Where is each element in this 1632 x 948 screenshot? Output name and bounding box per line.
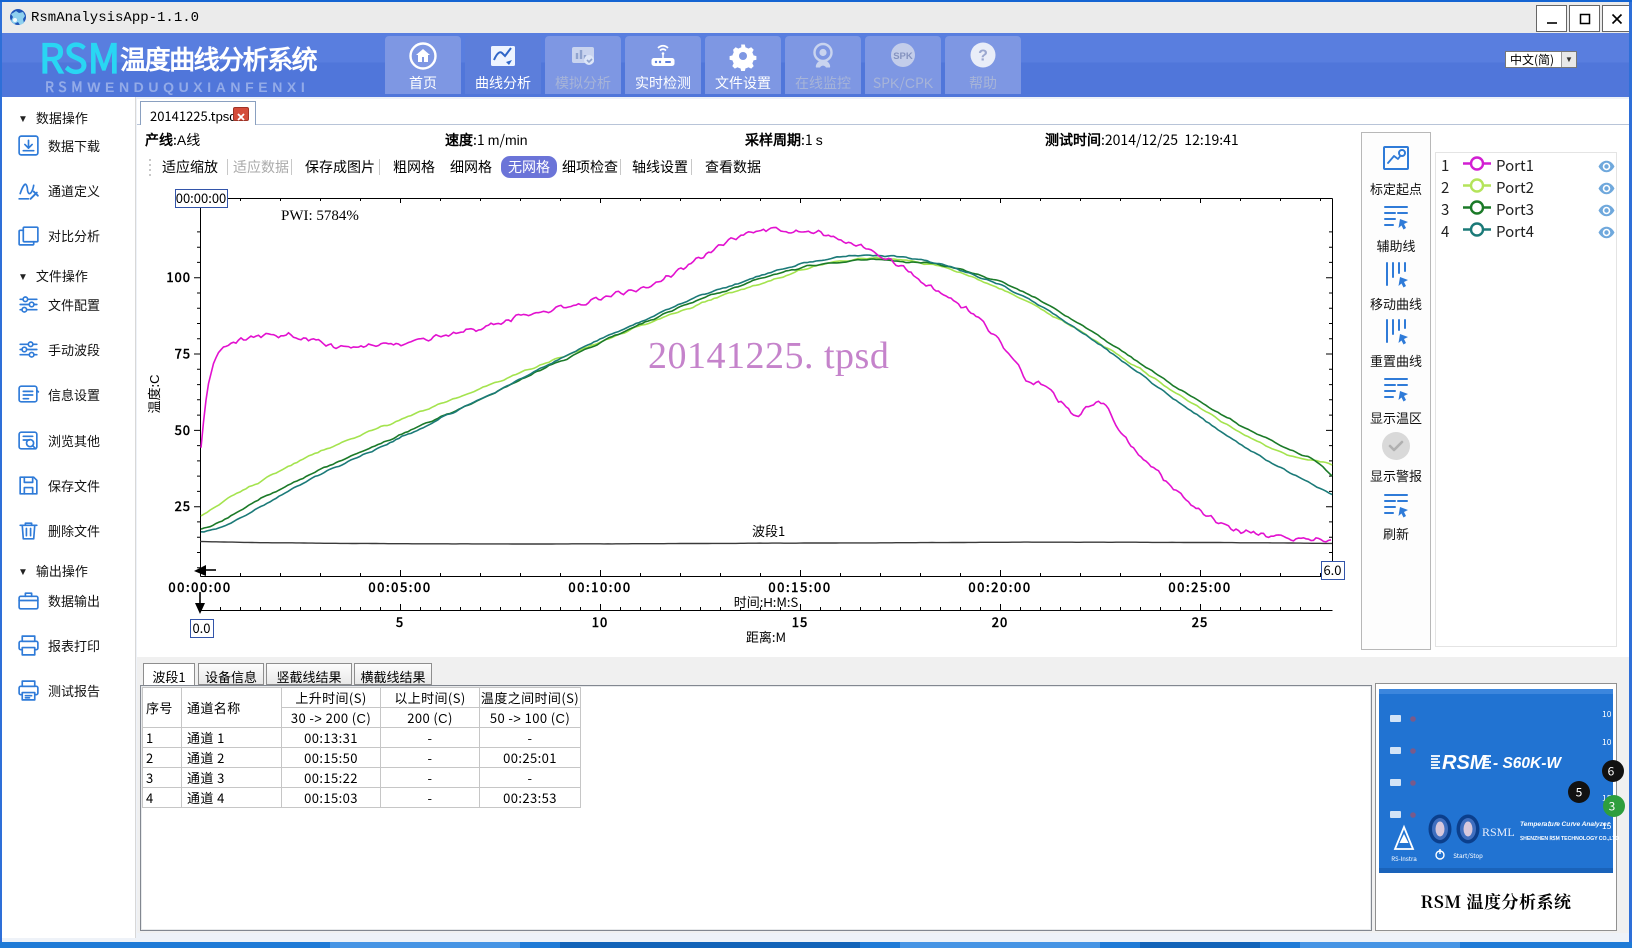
svg-text:- S60K-W: - S60K-W xyxy=(1493,755,1562,772)
svg-text:5: 5 xyxy=(1576,784,1583,801)
svg-text:25: 25 xyxy=(1192,612,1208,631)
svg-text:距离:M: 距离:M xyxy=(746,627,786,646)
svg-text:10: 10 xyxy=(592,612,608,631)
svg-text:10: 10 xyxy=(1602,736,1612,748)
svg-text:10: 10 xyxy=(1602,708,1612,720)
svg-text:75: 75 xyxy=(175,344,191,363)
svg-text:25: 25 xyxy=(175,496,191,515)
svg-text:?: ? xyxy=(978,48,988,65)
svg-text:15: 15 xyxy=(792,612,808,631)
svg-text:20: 20 xyxy=(992,612,1008,631)
svg-text:6: 6 xyxy=(1608,763,1615,780)
svg-text:RSML: RSML xyxy=(1482,825,1515,839)
svg-text:5: 5 xyxy=(395,612,404,631)
svg-text:波段1: 波段1 xyxy=(752,521,785,540)
svg-text:Temperature Curve Analyzer: Temperature Curve Analyzer xyxy=(1520,818,1611,828)
svg-text:50: 50 xyxy=(174,420,191,439)
svg-text:15: 15 xyxy=(1602,820,1612,832)
svg-text:00:10:00: 00:10:00 xyxy=(568,577,631,596)
svg-text:SPK: SPK xyxy=(893,51,913,62)
svg-text:00:00:00: 00:00:00 xyxy=(176,188,227,207)
svg-text:SHENZHEN RSM TECHNOLOGY CO.,LT: SHENZHEN RSM TECHNOLOGY CO.,LTD xyxy=(1520,835,1619,842)
svg-text:00:20:00: 00:20:00 xyxy=(968,577,1031,596)
svg-text:3: 3 xyxy=(1609,798,1616,815)
svg-text:PWI: 5784%: PWI: 5784% xyxy=(281,208,359,224)
svg-text:20141225. tpsd: 20141225. tpsd xyxy=(648,335,889,377)
svg-text:0.0: 0.0 xyxy=(192,618,210,637)
svg-text:00:25:00: 00:25:00 xyxy=(1168,577,1231,596)
svg-text:00:05:00: 00:05:00 xyxy=(368,577,431,596)
svg-text:100: 100 xyxy=(166,267,191,286)
svg-text:Start/Stop: Start/Stop xyxy=(1453,851,1483,860)
svg-text:时间:H:M:S: 时间:H:M:S xyxy=(734,592,799,611)
svg-text:RSM: RSM xyxy=(1442,752,1488,774)
svg-text:RS-Instra: RS-Instra xyxy=(1391,854,1417,863)
svg-text:温度:C: 温度:C xyxy=(144,374,163,413)
svg-text:6.0: 6.0 xyxy=(1323,560,1341,579)
